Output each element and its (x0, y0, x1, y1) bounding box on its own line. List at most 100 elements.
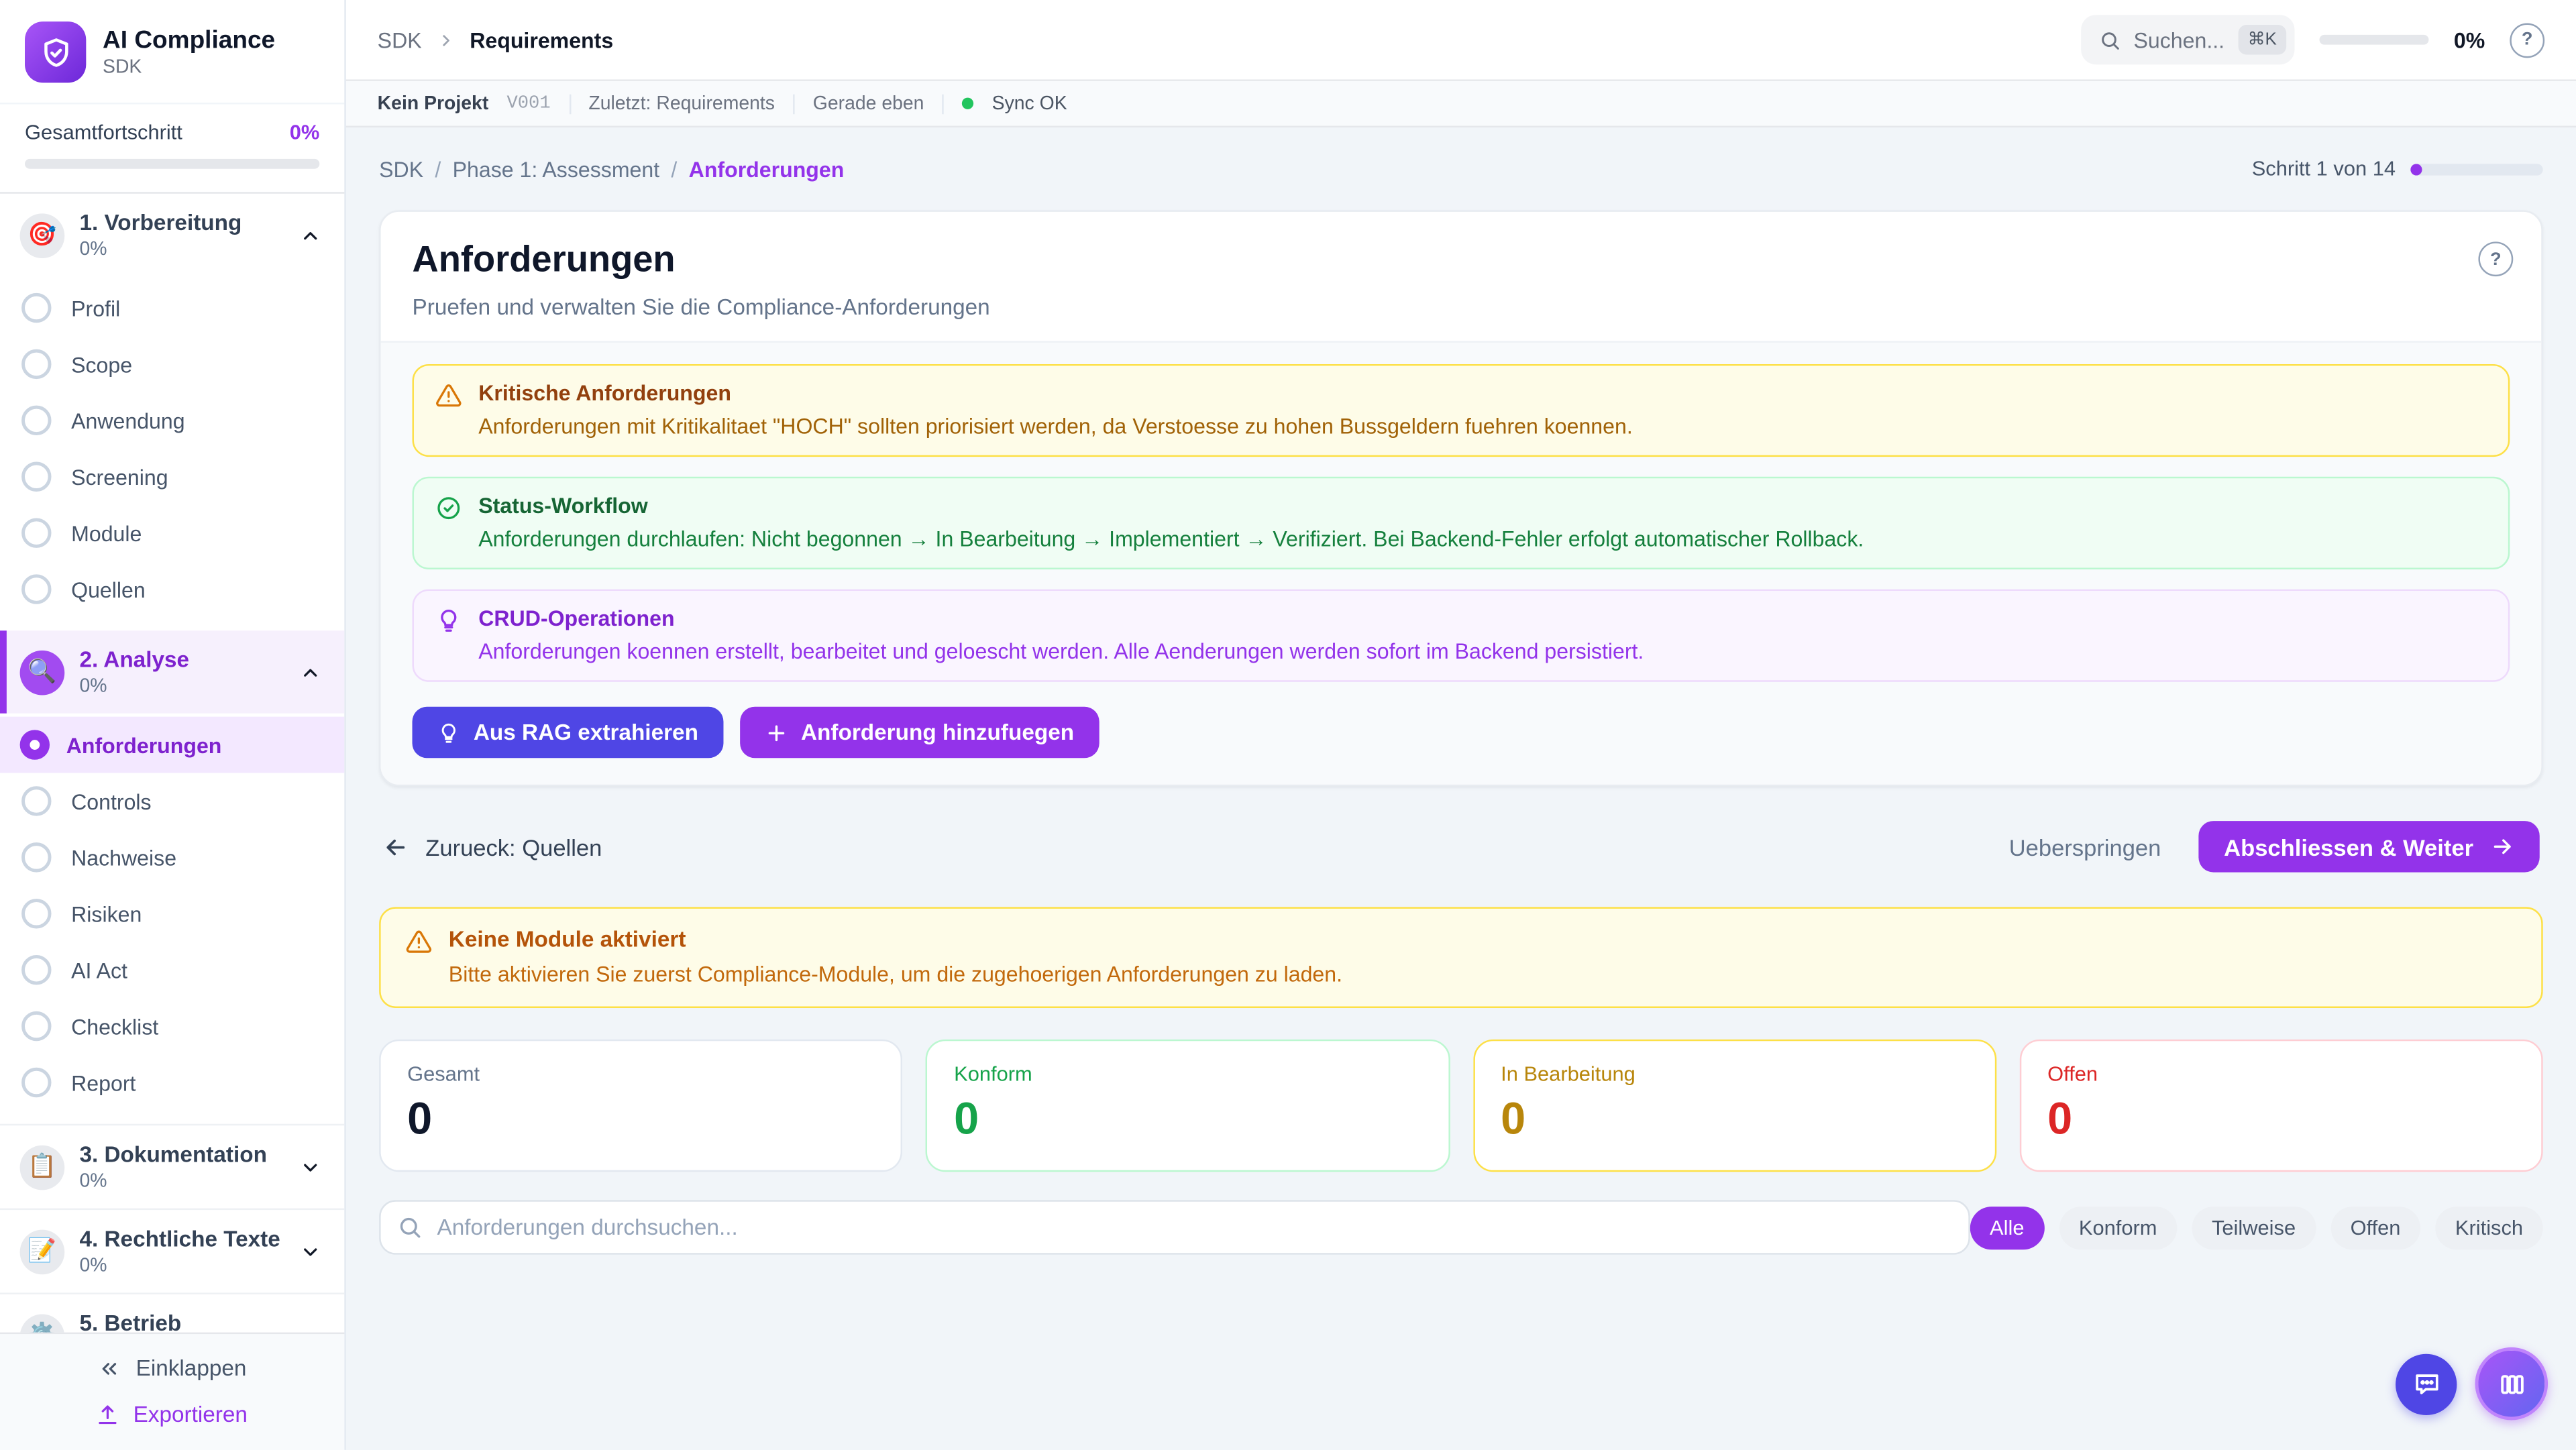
sidebar-item-label: Screening (71, 464, 168, 489)
sidebar-item-risiken[interactable]: Risiken (0, 885, 344, 942)
warning-triangle-icon (406, 928, 432, 988)
sidebar-item-label: Scope (71, 351, 132, 376)
stat-label: Gesamt (407, 1062, 875, 1086)
radio-icon (21, 1068, 51, 1097)
alert-body: Anforderungen mit Kritikalitaet "HOCH" s… (478, 412, 1633, 441)
overall-progress-bar (25, 159, 319, 169)
sidebar-item-ai-act[interactable]: AI Act (0, 942, 344, 998)
stat-value: 0 (407, 1094, 875, 1144)
chevron-up-icon (300, 661, 321, 683)
breadcrumb-phase[interactable]: Phase 1: Assessment (453, 156, 660, 181)
filter-chip-alle[interactable]: Alle (1970, 1206, 2044, 1249)
stats-row: Gesamt 0 Konform 0 In Bearbeitung 0 Offe… (379, 1040, 2543, 1172)
skip-button[interactable]: Ueberspringen (2009, 834, 2161, 860)
export-label: Exportieren (133, 1402, 248, 1427)
warning-body: Bitte aktivieren Sie zuerst Compliance-M… (449, 960, 1342, 988)
chat-fab-button[interactable] (2396, 1353, 2457, 1414)
sidebar-footer: Einklappen Exportieren (0, 1333, 344, 1450)
stat-card-in-bearbeitung: In Bearbeitung 0 (1472, 1040, 1996, 1172)
header-progress-bar (2320, 35, 2429, 45)
double-chevron-left-icon (98, 1356, 121, 1380)
sidebar-item-label: Anforderungen (66, 732, 222, 757)
shield-check-logo-icon (25, 21, 86, 82)
alert-title: Kritische Anforderungen (478, 381, 1633, 406)
main-area: SDK Requirements Suchen... ⌘K 0% ? Kein … (346, 0, 2576, 1450)
sidebar-item-scope[interactable]: Scope (0, 336, 344, 392)
breadcrumb-root[interactable]: SDK (378, 27, 422, 52)
requirements-search-input[interactable] (379, 1200, 1970, 1254)
sidebar-item-nachweise[interactable]: Nachweise (0, 829, 344, 885)
arrow-right-icon (2490, 834, 2515, 859)
sidebar-item-report[interactable]: Report (0, 1054, 344, 1111)
collapse-sidebar-button[interactable]: Einklappen (98, 1355, 247, 1380)
search-shortcut-kbd: ⌘K (2238, 25, 2287, 54)
floating-buttons (2396, 1347, 2548, 1420)
card-help-icon[interactable]: ? (2478, 241, 2513, 276)
export-button[interactable]: Exportieren (97, 1402, 248, 1427)
sidebar-section-vorbereitung: 🎯 1. Vorbereitung 0% Profil Scope Anwend… (0, 194, 344, 631)
arrow-left-icon (382, 834, 409, 860)
check-circle-icon (435, 495, 462, 553)
filter-chip-teilweise[interactable]: Teilweise (2192, 1206, 2315, 1249)
section-header-betrieb[interactable]: ⚙️ 5. Betrieb 0% (0, 1294, 344, 1333)
button-label: Anforderung hinzufuegen (801, 720, 1074, 745)
overall-progress-value: 0% (290, 121, 320, 144)
breadcrumb-separator: / (435, 156, 441, 181)
section-header-vorbereitung[interactable]: 🎯 1. Vorbereitung 0% (0, 194, 344, 276)
sidebar-item-label: Checklist (71, 1014, 158, 1039)
back-button[interactable]: Zurueck: Quellen (382, 834, 602, 860)
columns-icon (2498, 1370, 2526, 1398)
board-view-fab-button[interactable] (2475, 1347, 2548, 1420)
sidebar-item-label: Controls (71, 789, 152, 814)
sidebar-section-rechtliche-texte: 📝 4. Rechtliche Texte 0% (0, 1209, 344, 1293)
search-icon (2099, 29, 2121, 50)
sync-status-dot (962, 98, 973, 109)
sidebar-item-label: Risiken (71, 901, 142, 926)
back-label: Zurueck: Quellen (425, 834, 602, 860)
alert-title: Status-Workflow (478, 493, 1864, 518)
magnifier-icon: 🔍 (20, 650, 65, 695)
finish-and-next-button[interactable]: Abschliessen & Weiter (2199, 821, 2540, 873)
content-area: SDK / Phase 1: Assessment / Anforderunge… (346, 127, 2576, 1450)
radio-icon (21, 462, 51, 492)
sidebar-item-profil[interactable]: Profil (0, 280, 344, 336)
filter-row: Alle Konform Teilweise Offen Kritisch (379, 1200, 2543, 1254)
gear-icon: ⚙️ (20, 1313, 65, 1332)
radio-selected-icon (20, 730, 50, 759)
sidebar-item-anforderungen[interactable]: Anforderungen (0, 717, 344, 773)
sidebar-item-anwendung[interactable]: Anwendung (0, 392, 344, 449)
sidebar-item-checklist[interactable]: Checklist (0, 998, 344, 1054)
add-requirement-button[interactable]: Anforderung hinzufuegen (740, 707, 1099, 759)
chat-bubble-icon (2411, 1369, 2440, 1398)
section-header-rechtliche-texte[interactable]: 📝 4. Rechtliche Texte 0% (0, 1210, 344, 1292)
breadcrumb-sdk[interactable]: SDK (379, 156, 423, 181)
sidebar-section-analyse: 🔍 2. Analyse 0% Anforderungen Controls N… (0, 630, 344, 1123)
section-header-dokumentation[interactable]: 📋 3. Dokumentation 0% (0, 1125, 344, 1208)
help-icon[interactable]: ? (2510, 22, 2544, 57)
sidebar-item-module[interactable]: Module (0, 505, 344, 561)
filter-chip-offen[interactable]: Offen (2330, 1206, 2420, 1249)
filter-chip-kritisch[interactable]: Kritisch (2435, 1206, 2542, 1249)
radio-icon (21, 293, 51, 323)
app-logo-row: AI Compliance SDK (0, 0, 344, 103)
step-progress-bar (2410, 163, 2542, 174)
section-header-analyse[interactable]: 🔍 2. Analyse 0% (0, 630, 344, 713)
plus-icon (765, 721, 788, 744)
section-title: 5. Betrieb (79, 1311, 284, 1333)
extract-from-rag-button[interactable]: Aus RAG extrahieren (413, 707, 723, 759)
radio-icon (21, 899, 51, 928)
stat-label: In Bearbeitung (1501, 1062, 1968, 1086)
stat-label: Offen (2047, 1062, 2515, 1086)
sidebar-item-screening[interactable]: Screening (0, 449, 344, 505)
sidebar-item-controls[interactable]: Controls (0, 773, 344, 830)
step-progress-fill (2410, 163, 2422, 174)
topbar: SDK Requirements Suchen... ⌘K 0% ? (346, 0, 2576, 81)
sync-status-label: Sync OK (992, 93, 1067, 113)
global-search-button[interactable]: Suchen... ⌘K (2081, 15, 2295, 64)
filter-chip-konform[interactable]: Konform (2059, 1206, 2177, 1249)
clipboard-icon: 📋 (20, 1145, 65, 1190)
sidebar-item-quellen[interactable]: Quellen (0, 561, 344, 618)
next-label: Abschliessen & Weiter (2224, 834, 2473, 860)
chevron-down-icon (300, 1156, 321, 1178)
radio-icon (21, 842, 51, 872)
